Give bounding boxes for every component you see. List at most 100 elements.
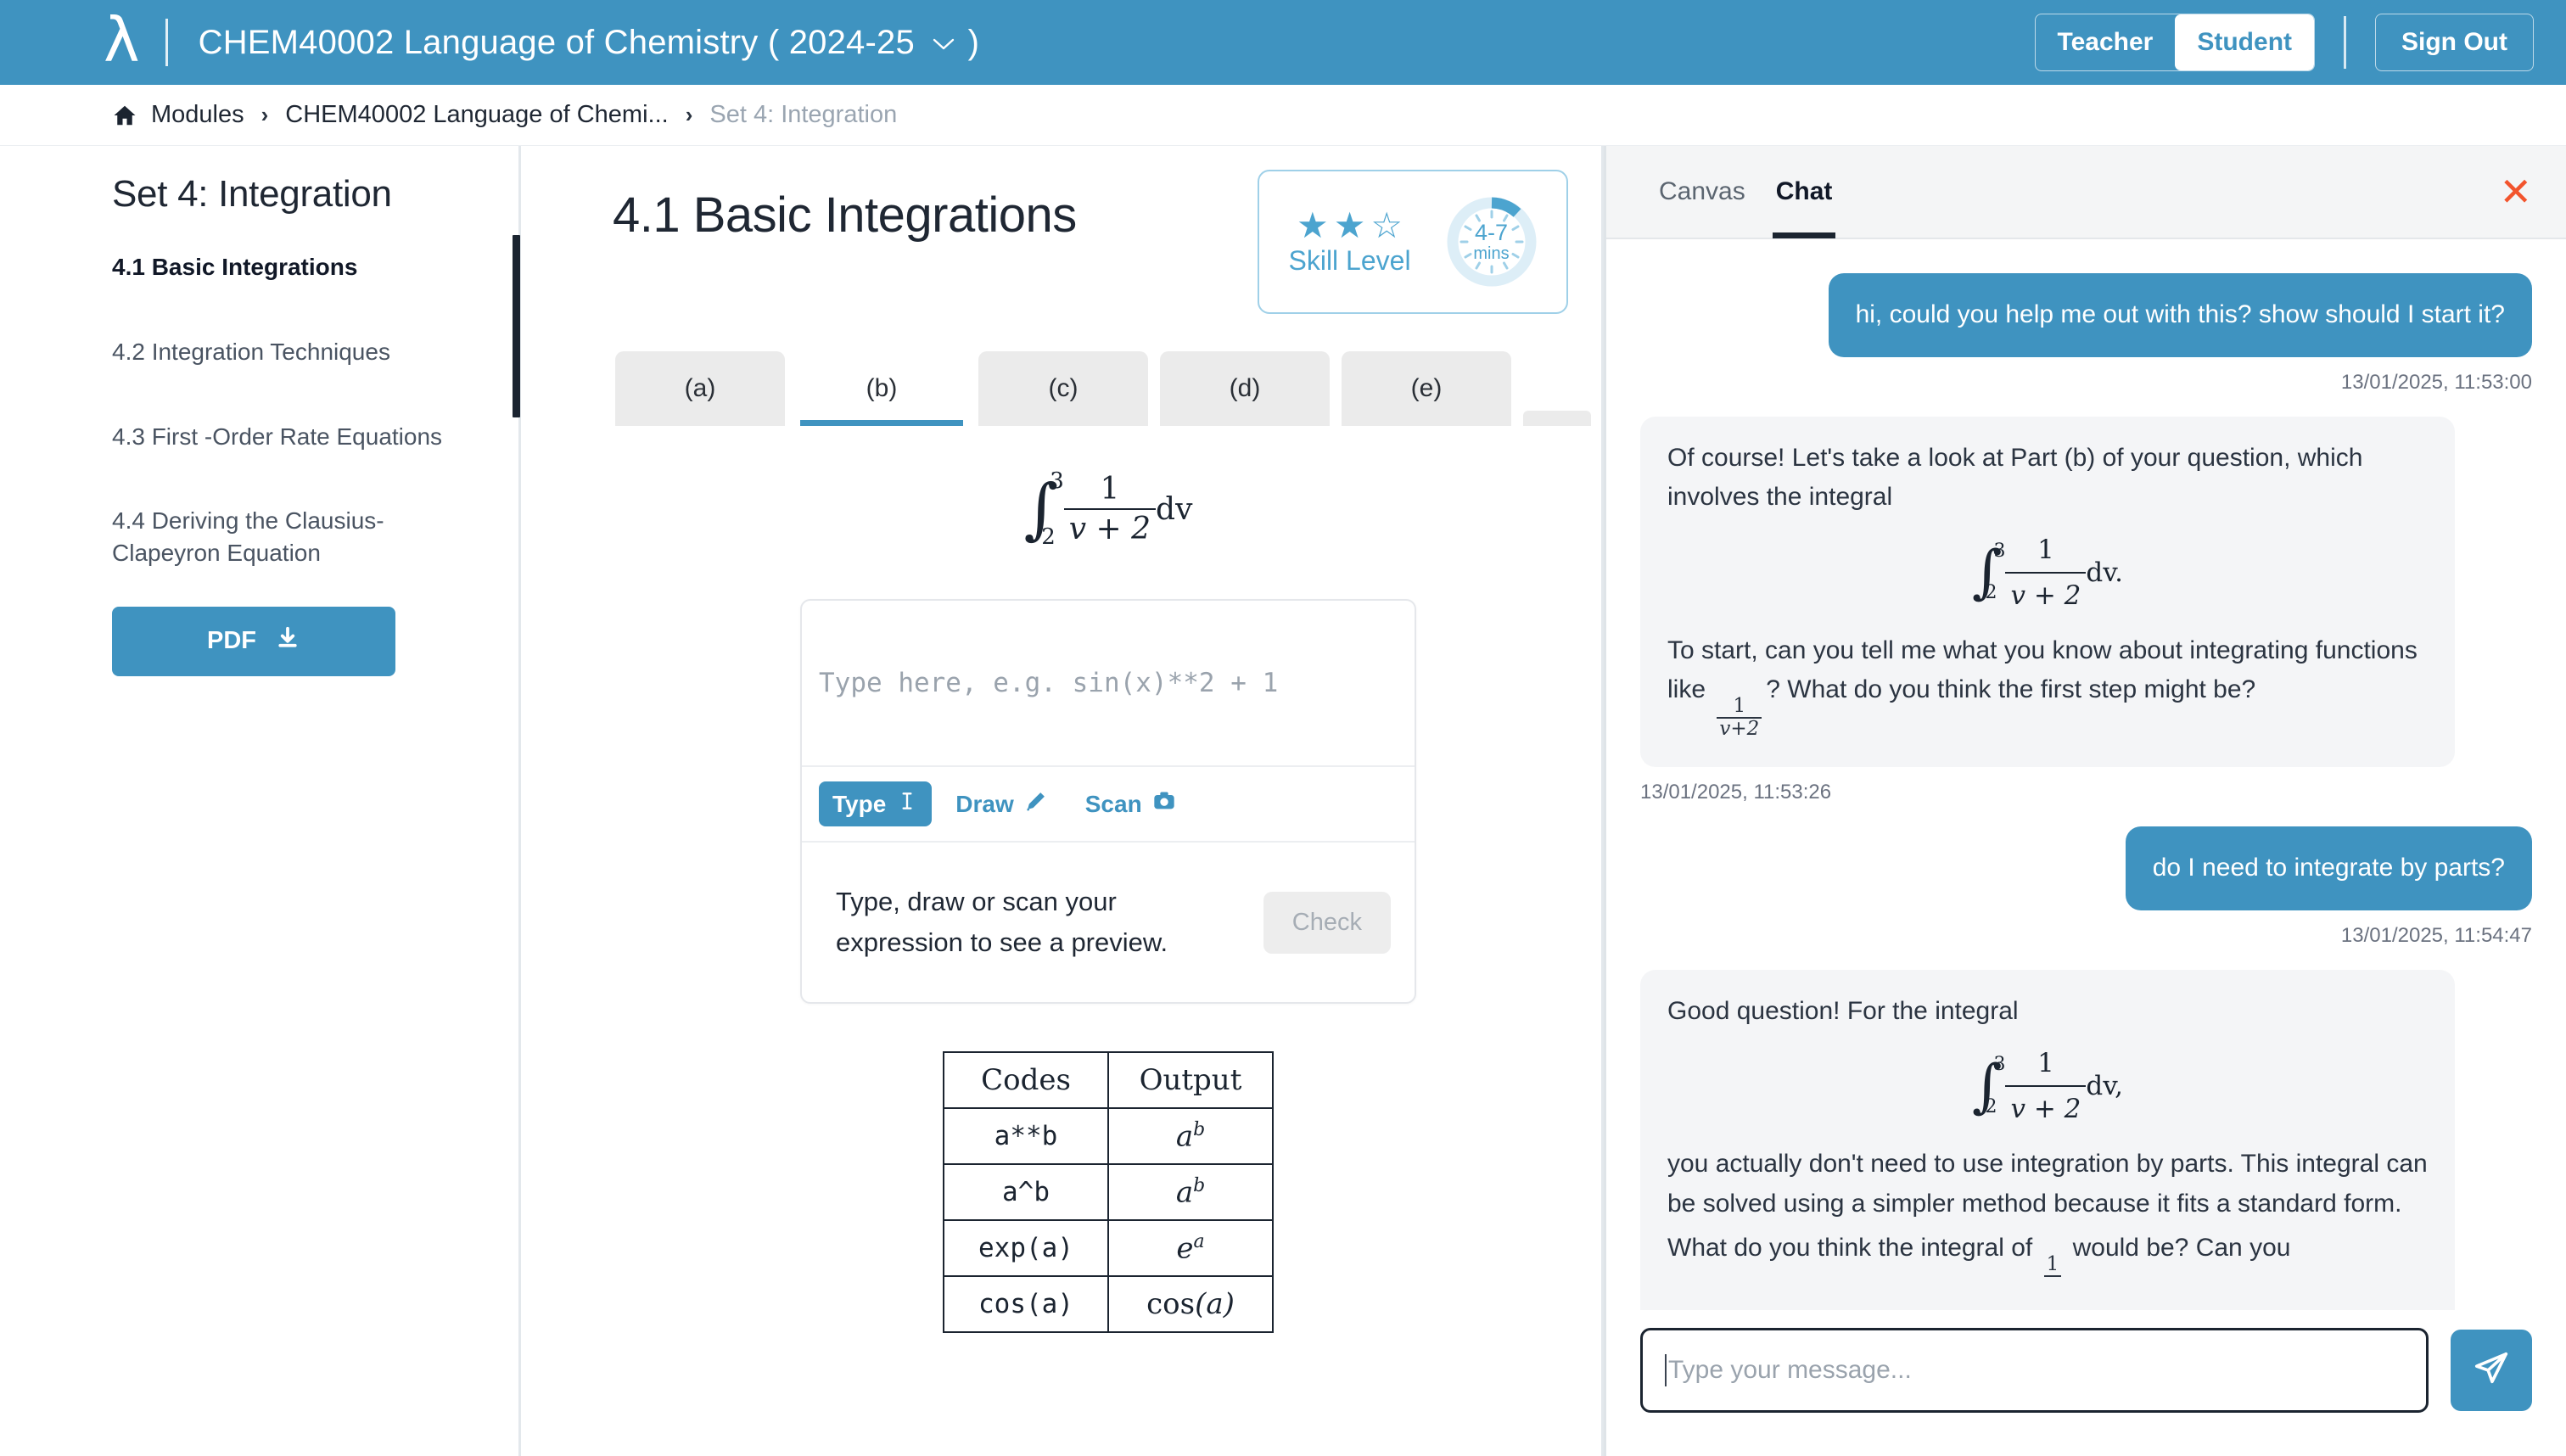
year-open-paren: ( (767, 23, 780, 61)
chat-paragraph-3-lead: What do you think the integral of (1667, 1234, 2033, 1263)
home-icon[interactable] (112, 103, 137, 128)
integral-upper-limit: 3 (1050, 468, 1064, 494)
text-caret (1665, 1354, 1667, 1386)
tab-part-c[interactable]: (c) (978, 351, 1148, 426)
answer-card: Type here, e.g. sin(x)**2 + 1 Type Draw (800, 599, 1416, 1004)
chat-paragraph-3-tail: would be? Can you (2072, 1234, 2291, 1263)
cell-output: ab (1107, 1163, 1274, 1221)
chat-message-input[interactable]: Type your message... (1640, 1328, 2429, 1413)
sidebar-item-4-2[interactable]: 4.2 Integration Techniques (112, 336, 480, 368)
skill-level-group: ★ ★ ☆ Skill Level (1288, 204, 1411, 277)
course-title-text: CHEM40002 Language of Chemistry (198, 23, 759, 61)
fraction-numerator: 1 (2037, 534, 2054, 565)
sidebar: Set 4: Integration 4.1 Basic Integration… (0, 146, 521, 1456)
question-formula: ∫ 3 2 1 v + 2 dv (613, 468, 1604, 550)
role-toggle[interactable]: Teacher Student (2034, 14, 2316, 71)
role-button-teacher[interactable]: Teacher (2036, 14, 2176, 70)
skill-level-card: ★ ★ ☆ Skill Level 4-7 mins (1258, 170, 1568, 314)
chat-message-user-2: do I need to integrate by parts? 13/01/2… (1640, 826, 2532, 948)
cell-output: ea (1107, 1219, 1274, 1277)
integral-lower-limit: 2 (1041, 524, 1056, 550)
check-answer-button[interactable]: Check (1263, 891, 1391, 954)
chat-bubble: Good question! For the integral ∫ 3 2 1 (1640, 969, 2455, 1310)
year-close-paren: ) (967, 23, 980, 61)
estimated-time-clock: 4-7 mins (1446, 196, 1538, 288)
chat-message-bot-1: Of course! Let's take a look at Part (b)… (1640, 416, 2532, 805)
input-mode-type-button[interactable]: Type (819, 781, 933, 826)
chat-fraction: 1 v + 2 (2005, 529, 2087, 616)
inline-denominator: v+2 (1717, 716, 1762, 740)
tab-overflow-stub[interactable] (1523, 411, 1591, 426)
chat-paragraph: Good question! For the integral (1667, 996, 2019, 1025)
breadcrumb-item-course[interactable]: CHEM40002 Language of Chemi... (285, 101, 668, 129)
column-header-codes: Codes (943, 1051, 1109, 1109)
integral-upper-limit: 3 (1993, 1054, 2006, 1076)
chat-timestamp: 13/01/2025, 11:53:26 (1640, 781, 1832, 804)
output-function: cos (1146, 1287, 1196, 1321)
tab-part-b[interactable]: (b) (797, 351, 966, 426)
send-icon (2472, 1349, 2511, 1392)
main-header: 4.1 Basic Integrations ★ ★ ☆ Skill Level (613, 163, 1604, 314)
input-mode-scan-button[interactable]: Scan (1072, 781, 1190, 827)
codes-table: Codes Output a**b ab a^b ab exp(a) ea co… (943, 1051, 1274, 1333)
answer-preview-text: Type, draw or scan your expression to se… (836, 886, 1168, 957)
top-bar-right: Teacher Student Sign Out (2034, 14, 2534, 71)
tab-canvas[interactable]: Canvas (1644, 145, 1761, 238)
chat-bubble: Of course! Let's take a look at Part (b)… (1640, 416, 2455, 768)
input-mode-draw-label: Draw (955, 790, 1014, 817)
sidebar-item-4-1[interactable]: 4.1 Basic Integrations (112, 251, 480, 283)
chat-message-bot-2: Good question! For the integral ∫ 3 2 1 (1640, 969, 2532, 1310)
input-mode-draw-button[interactable]: Draw (942, 781, 1061, 827)
text-cursor-icon (896, 790, 918, 818)
cell-code: exp(a) (943, 1219, 1109, 1277)
sidebar-item-4-4[interactable]: 4.4 Deriving the Clausius-Clapeyron Equa… (112, 505, 480, 569)
chat-input-placeholder: Type your message... (1668, 1356, 1912, 1384)
year-value: 2024-25 (788, 23, 915, 61)
answer-input-mode-tools: Type Draw Scan (802, 765, 1415, 841)
chat-paragraph: Of course! Let's take a look at Part (b)… (1667, 443, 2363, 512)
codes-table-wrap: Codes Output a**b ab a^b ab exp(a) ea co… (613, 1051, 1604, 1333)
app-root: λ CHEM40002 Language of Chemistry ( 2024… (0, 0, 2566, 1456)
integral-limits: 3 2 (1985, 1050, 2006, 1122)
breadcrumb-separator-icon: › (261, 102, 269, 127)
fraction-numerator: 1 (2037, 1048, 2054, 1079)
tab-part-a[interactable]: (a) (615, 351, 785, 426)
sidebar-title: Set 4: Integration (112, 173, 392, 215)
skill-level-label: Skill Level (1288, 244, 1411, 276)
estimated-time-unit: mins (1473, 244, 1510, 263)
integral-upper-limit: 3 (1993, 540, 2006, 562)
sign-out-button[interactable]: Sign Out (2375, 14, 2534, 71)
tab-part-e[interactable]: (e) (1342, 351, 1511, 426)
output-exponent: b (1193, 1118, 1206, 1140)
chevron-down-icon[interactable] (933, 21, 955, 59)
breadcrumb-item-modules[interactable]: Modules (151, 101, 244, 129)
inline-denominator (2043, 1275, 2062, 1298)
output-base: a (1175, 1175, 1194, 1210)
sidebar-scrollbar[interactable] (513, 235, 520, 417)
star-filled-icon-1: ★ (1297, 204, 1329, 245)
cell-output: ab (1107, 1107, 1274, 1165)
send-message-button[interactable] (2451, 1330, 2532, 1411)
cell-output: cos(a) (1107, 1275, 1274, 1333)
sidebar-item-4-3[interactable]: 4.3 First -Order Rate Equations (112, 421, 480, 453)
tab-chat[interactable]: Chat (1761, 145, 1848, 238)
close-icon[interactable]: ✕ (2499, 172, 2532, 211)
pdf-download-button[interactable]: PDF (112, 606, 395, 676)
page-title: 4.1 Basic Integrations (613, 188, 1077, 243)
output-base: e (1176, 1231, 1194, 1266)
input-mode-type-label: Type (832, 790, 887, 817)
fraction-denominator: v + 2 (2005, 571, 2087, 616)
chat-paragraph-2: To start, can you tell me what you know … (1667, 631, 2428, 741)
inline-numerator: 1 (2046, 1252, 2059, 1275)
question-fraction: 1 v + 2 (1063, 472, 1157, 546)
breadcrumb: Modules › CHEM40002 Language of Chemi...… (0, 85, 2566, 146)
cell-code: cos(a) (943, 1275, 1109, 1333)
output-exponent: a (1193, 1230, 1205, 1252)
role-button-student[interactable]: Student (2175, 14, 2315, 70)
chat-formula: ∫ 3 2 1 v + 2 dv. (1667, 529, 2428, 616)
chat-paragraph-2-tail: ? What do you think the first step might… (1766, 675, 2256, 704)
answer-input[interactable]: Type here, e.g. sin(x)**2 + 1 (802, 601, 1415, 765)
tab-part-d[interactable]: (d) (1160, 351, 1330, 426)
lambda-logo[interactable]: λ (34, 9, 165, 70)
chat-message-list[interactable]: hi, could you help me out with this? sho… (1606, 239, 2566, 1310)
